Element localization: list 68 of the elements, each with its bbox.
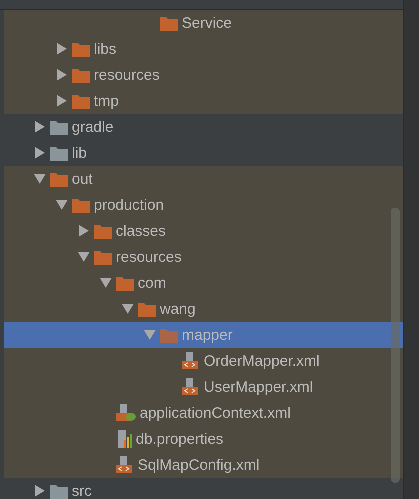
item-label: resources xyxy=(94,68,160,82)
tree-row[interactable]: mapper xyxy=(4,322,403,348)
folder-icon xyxy=(138,302,156,316)
xml-file-icon xyxy=(182,352,200,370)
expand-arrow-icon[interactable] xyxy=(57,69,67,81)
tree-row[interactable]: tmp xyxy=(4,88,403,114)
folder-icon xyxy=(50,484,68,498)
folder-icon xyxy=(94,224,112,238)
folder-icon xyxy=(94,250,112,264)
expand-arrow-icon[interactable] xyxy=(57,95,67,107)
folder-icon xyxy=(50,172,68,186)
xml-file-icon xyxy=(116,456,134,474)
tree-row[interactable]: wang xyxy=(4,296,403,322)
item-label: lib xyxy=(72,146,88,160)
expand-arrow-icon[interactable] xyxy=(79,225,89,237)
item-label: applicationContext.xml xyxy=(140,406,291,420)
folder-icon xyxy=(72,42,90,56)
collapse-arrow-icon[interactable] xyxy=(122,304,134,314)
item-label: production xyxy=(94,198,164,212)
tree-row[interactable]: resources xyxy=(4,244,403,270)
item-label: classes xyxy=(116,224,166,238)
folder-icon xyxy=(50,146,68,160)
expand-arrow-icon[interactable] xyxy=(35,147,45,159)
item-label: UserMapper.xml xyxy=(204,380,314,394)
tree-row[interactable]: UserMapper.xml xyxy=(4,374,403,400)
item-label: libs xyxy=(94,42,117,56)
item-label: wang xyxy=(160,302,196,316)
tree-row[interactable]: out xyxy=(4,166,403,192)
tree-row[interactable]: db.properties xyxy=(4,426,403,452)
folder-icon xyxy=(72,198,90,212)
item-label: tmp xyxy=(94,94,120,108)
tree-row[interactable]: applicationContext.xml xyxy=(4,400,403,426)
item-label: OrderMapper.xml xyxy=(204,354,320,368)
tree-row[interactable]: classes xyxy=(4,218,403,244)
folder-icon xyxy=(72,68,90,82)
item-label: SqlMapConfig.xml xyxy=(138,458,260,472)
collapse-arrow-icon[interactable] xyxy=(34,174,46,184)
expand-arrow-icon[interactable] xyxy=(57,43,67,55)
tree-row[interactable]: com xyxy=(4,270,403,296)
folder-icon xyxy=(160,328,178,342)
expand-arrow-icon[interactable] xyxy=(35,121,45,133)
expand-arrow-icon[interactable] xyxy=(35,485,45,497)
tree-row[interactable]: resources xyxy=(4,62,403,88)
item-label: com xyxy=(138,276,166,290)
collapse-arrow-icon[interactable] xyxy=(56,200,68,210)
collapse-arrow-icon[interactable] xyxy=(144,330,156,340)
folder-icon xyxy=(116,276,134,290)
tree-row[interactable]: Service xyxy=(4,10,403,36)
collapse-arrow-icon[interactable] xyxy=(100,278,112,288)
tree-row[interactable]: production xyxy=(4,192,403,218)
collapse-arrow-icon[interactable] xyxy=(78,252,90,262)
item-label: gradle xyxy=(72,120,114,134)
tree-row[interactable]: SqlMapConfig.xml xyxy=(4,452,403,478)
item-label: out xyxy=(72,172,93,186)
xml-file-icon xyxy=(182,378,200,396)
properties-file-icon xyxy=(116,430,132,448)
item-label: mapper xyxy=(182,328,233,342)
folder-icon xyxy=(160,16,178,30)
tree-row[interactable]: OrderMapper.xml xyxy=(4,348,403,374)
item-label: resources xyxy=(116,250,182,264)
item-label: db.properties xyxy=(136,432,224,446)
tree-row[interactable]: libs xyxy=(4,36,403,62)
spring-xml-file-icon xyxy=(116,404,136,422)
folder-icon xyxy=(72,94,90,108)
item-label: Service xyxy=(182,16,232,30)
scrollbar-thumb[interactable] xyxy=(391,208,400,483)
folder-icon xyxy=(50,120,68,134)
item-label: src xyxy=(72,484,92,498)
